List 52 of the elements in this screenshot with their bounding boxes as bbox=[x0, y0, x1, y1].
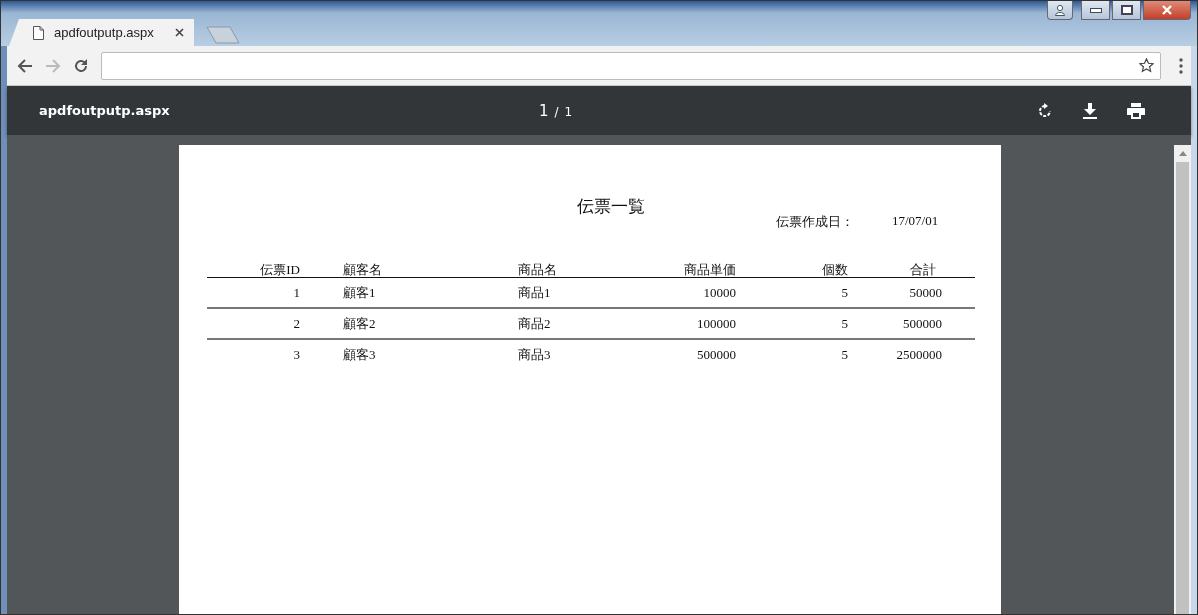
table-cell-text: 500000 bbox=[696, 346, 736, 363]
close-icon bbox=[1161, 5, 1173, 15]
date-label: 伝票作成日： bbox=[776, 213, 854, 231]
page-separator: / bbox=[554, 104, 559, 119]
table-cell-text: 5 bbox=[840, 284, 848, 301]
column-header: 顧客名 bbox=[342, 261, 383, 279]
table-cell-text: 顧客2 bbox=[342, 314, 377, 333]
reload-button[interactable] bbox=[73, 57, 89, 74]
bookmark-star-icon[interactable] bbox=[1139, 58, 1154, 73]
table-cell-text: 1 bbox=[292, 284, 300, 301]
rotate-icon[interactable] bbox=[1037, 102, 1053, 119]
browser-tab[interactable]: apdfoutputp.aspx bbox=[9, 19, 194, 46]
table-cell-text: 3 bbox=[292, 346, 300, 363]
tab-title: apdfoutputp.aspx bbox=[54, 25, 155, 40]
column-header: 合計 bbox=[909, 261, 937, 279]
back-button[interactable] bbox=[17, 57, 33, 74]
close-icon[interactable] bbox=[175, 28, 184, 37]
print-icon[interactable] bbox=[1127, 102, 1145, 119]
table-cell-text: 顧客1 bbox=[342, 283, 377, 302]
table-cell-text: 商品1 bbox=[518, 283, 552, 302]
table-cell-text: 2500000 bbox=[895, 346, 942, 363]
user-icon bbox=[1055, 4, 1065, 16]
user-button[interactable] bbox=[1047, 1, 1073, 20]
total-pages: 1 bbox=[564, 104, 573, 119]
table-cell-text: 顧客3 bbox=[342, 345, 377, 364]
column-header: 伝票ID bbox=[259, 261, 300, 279]
table-cell-text: 10000 bbox=[702, 284, 736, 301]
column-header: 商品単価 bbox=[683, 261, 736, 279]
maximize-button[interactable] bbox=[1112, 1, 1141, 20]
address-field[interactable] bbox=[101, 51, 1161, 80]
column-header: 商品名 bbox=[518, 261, 558, 279]
table-cell-text: 5 bbox=[840, 315, 848, 332]
document-title: 伝票一覧 bbox=[576, 196, 646, 218]
maximize-icon bbox=[1120, 5, 1133, 15]
minimize-icon bbox=[1089, 7, 1102, 13]
table-cell-text: 2 bbox=[292, 315, 300, 332]
close-button[interactable] bbox=[1143, 1, 1191, 20]
download-icon[interactable] bbox=[1083, 102, 1097, 119]
table-cell-text: 5 bbox=[840, 346, 848, 363]
file-name: apdfoutputp.aspx bbox=[39, 103, 171, 118]
current-page-number[interactable]: 1 bbox=[539, 101, 549, 120]
date-value: 17/07/01 bbox=[892, 213, 939, 230]
table-cell-text: 500000 bbox=[902, 315, 942, 332]
table-cell-text: 商品3 bbox=[518, 345, 552, 364]
scrollbar[interactable] bbox=[1174, 145, 1191, 614]
column-header: 個数 bbox=[821, 261, 848, 279]
menu-icon[interactable] bbox=[1179, 57, 1183, 74]
table-cell-text: 100000 bbox=[696, 315, 736, 332]
minimize-button[interactable] bbox=[1081, 1, 1110, 20]
table-cell-text: 50000 bbox=[908, 284, 942, 301]
table-cell-text: 商品2 bbox=[518, 314, 552, 333]
document-icon bbox=[33, 25, 44, 40]
